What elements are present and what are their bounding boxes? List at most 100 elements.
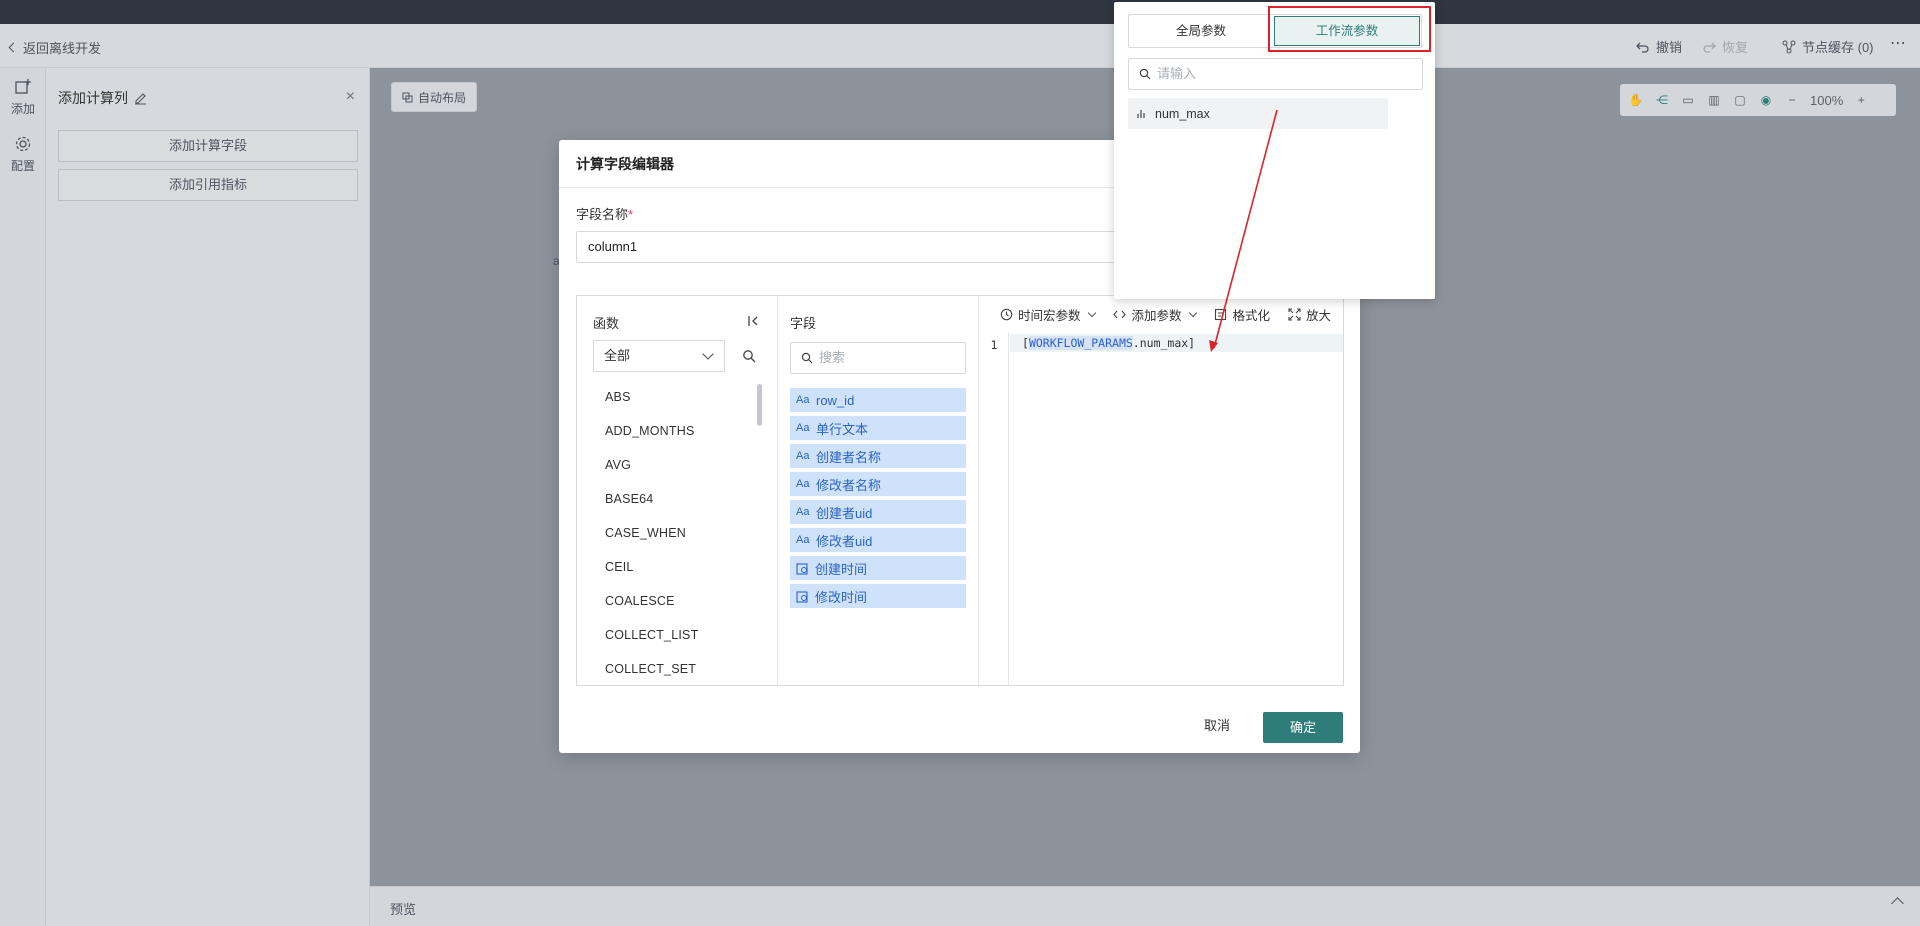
param-search-input[interactable]: 请输入 [1128, 58, 1423, 90]
redo-label: 恢复 [1722, 40, 1749, 55]
function-item[interactable]: ABS [577, 380, 765, 414]
search-icon[interactable] [742, 349, 756, 363]
param-item[interactable]: num_max [1128, 98, 1388, 129]
rail-add-label: 添加 [10, 102, 35, 116]
sub-header: 返回离线开发 撤销 恢复 节点缓存 (0) ⋯ [0, 24, 1920, 68]
share-icon[interactable]: ⋲ [1654, 92, 1670, 108]
rail-add[interactable]: 添加 [0, 78, 46, 117]
hand-icon[interactable]: ✋ [1628, 92, 1644, 108]
add-param-label: 添加参数 [1131, 309, 1182, 323]
chevron-up-icon[interactable] [1891, 897, 1904, 910]
add-param-dropdown[interactable]: 添加参数 [1113, 305, 1198, 324]
field-item-label: 单行文本 [816, 421, 869, 437]
field-name-label-text: 字段名称 [576, 207, 629, 222]
format-icon [1215, 308, 1227, 321]
fields-title: 字段 [790, 316, 817, 331]
function-category-select[interactable]: 全部 [593, 340, 725, 372]
time-macro-dropdown[interactable]: 时间宏参数 [1000, 305, 1097, 324]
time-macro-label: 时间宏参数 [1017, 309, 1081, 323]
field-item[interactable]: Aa 修改者名称 [790, 472, 966, 496]
columns-icon[interactable]: ▥ [1706, 92, 1722, 108]
expression-editor: 函数 全部 ABS ADD_MONTHS AVG BASE64 CASE_WHE… [576, 295, 1344, 686]
field-item-label: 修改时间 [815, 589, 868, 605]
undo-icon [1636, 42, 1649, 53]
left-rail: 添加 配置 [0, 68, 46, 926]
confirm-button[interactable]: 确定 [1263, 712, 1343, 743]
expand-button[interactable]: 放大 [1288, 305, 1331, 324]
collapse-icon[interactable] [747, 314, 761, 328]
undo-label: 撤销 [1656, 40, 1683, 55]
function-list-scrollbar[interactable] [757, 384, 762, 426]
field-item[interactable]: Aa row_id [790, 388, 966, 412]
field-search-placeholder: 搜索 [819, 350, 846, 365]
field-item[interactable]: Aa 创建者uid [790, 500, 966, 524]
layout-icon [402, 92, 413, 102]
function-item[interactable]: CASE_WHEN [577, 516, 765, 550]
format-label: 格式化 [1232, 309, 1270, 323]
function-item[interactable]: ADD_MONTHS [577, 414, 765, 448]
function-item[interactable]: COLLECT_LIST [577, 618, 765, 652]
function-item[interactable]: AVG [577, 448, 765, 482]
add-calc-field-button[interactable]: 添加计算字段 [58, 130, 358, 162]
undo-button[interactable]: 撤销 [1636, 37, 1682, 56]
zoom-in-icon[interactable]: + [1853, 92, 1869, 108]
field-item[interactable]: Aa 创建者名称 [790, 444, 966, 468]
comment-icon[interactable]: ▢ [1732, 92, 1748, 108]
rail-config-label: 配置 [10, 159, 35, 173]
functions-title: 函数 [593, 316, 620, 331]
edit-icon[interactable] [134, 92, 147, 105]
field-item-label: row_id [816, 392, 855, 408]
zoom-out-icon[interactable]: − [1784, 92, 1800, 108]
preview-bar[interactable]: 预览 [370, 886, 1920, 926]
preview-label: 预览 [390, 902, 417, 917]
ruler-icon[interactable]: ▭ [1680, 92, 1696, 108]
node-cache-button[interactable]: 节点缓存 (0) [1782, 37, 1874, 56]
function-item[interactable]: COLLECT_SET [577, 652, 765, 685]
field-item[interactable]: Aa 修改者uid [790, 528, 966, 552]
clock-icon [1000, 308, 1013, 321]
code-editor-column: 时间宏参数 添加参数 格式化 放大 1 [WORKFLOW_PARAMS.num… [979, 296, 1343, 685]
param-item-label: num_max [1155, 106, 1210, 121]
field-item[interactable]: 创建时间 [790, 556, 966, 580]
text-type-icon: Aa [796, 534, 810, 546]
format-button[interactable]: 格式化 [1214, 305, 1270, 324]
bar-chart-icon [1137, 110, 1145, 118]
calendar-clock-icon [796, 562, 808, 575]
fields-column: 字段 搜索 Aa row_id Aa 单行文本 Aa 创建者名称 Aa 修改者名称 Aa… [778, 296, 979, 685]
code-toolbar: 时间宏参数 添加参数 格式化 放大 [979, 296, 1343, 333]
chevron-left-icon [8, 42, 19, 53]
top-nav-bar [0, 0, 1920, 24]
chevron-down-icon [702, 348, 714, 360]
param-search-placeholder: 请输入 [1157, 66, 1197, 81]
close-icon[interactable]: × [346, 88, 355, 106]
code-line[interactable]: [WORKFLOW_PARAMS.num_max] [1010, 334, 1343, 352]
redo-button[interactable]: 恢复 [1702, 37, 1748, 56]
redo-icon [1703, 42, 1716, 53]
tab-global-params[interactable]: 全局参数 [1129, 15, 1273, 47]
gear-icon [15, 136, 31, 152]
field-item[interactable]: 修改时间 [790, 584, 966, 608]
field-search-input[interactable]: 搜索 [790, 342, 966, 374]
field-item[interactable]: Aa 单行文本 [790, 416, 966, 440]
text-type-icon: Aa [796, 450, 810, 462]
zoom-level: 100% [1810, 92, 1844, 108]
required-mark: * [628, 207, 634, 222]
field-item-label: 修改者uid [816, 533, 873, 549]
function-item[interactable]: CEIL [577, 550, 765, 584]
add-ref-metric-button[interactable]: 添加引用指标 [58, 169, 358, 201]
rail-config[interactable]: 配置 [0, 135, 46, 174]
functions-column: 函数 全部 ABS ADD_MONTHS AVG BASE64 CASE_WHE… [577, 296, 778, 685]
function-item[interactable]: BASE64 [577, 482, 765, 516]
field-name-label: 字段名称* [576, 204, 633, 223]
more-icon[interactable]: ⋯ [1890, 33, 1906, 53]
eye-icon[interactable]: ◉ [1758, 92, 1774, 108]
auto-layout-button[interactable]: 自动布局 [391, 82, 478, 112]
back-label: 返回离线开发 [23, 41, 102, 56]
text-type-icon: Aa [796, 506, 810, 518]
cancel-button[interactable]: 取消 [1191, 710, 1243, 742]
line-gutter [979, 333, 1009, 685]
back-link[interactable]: 返回离线开发 [8, 38, 102, 57]
field-item-label: 修改者名称 [816, 477, 882, 493]
function-item[interactable]: COALESCE [577, 584, 765, 618]
search-icon [1139, 68, 1151, 80]
